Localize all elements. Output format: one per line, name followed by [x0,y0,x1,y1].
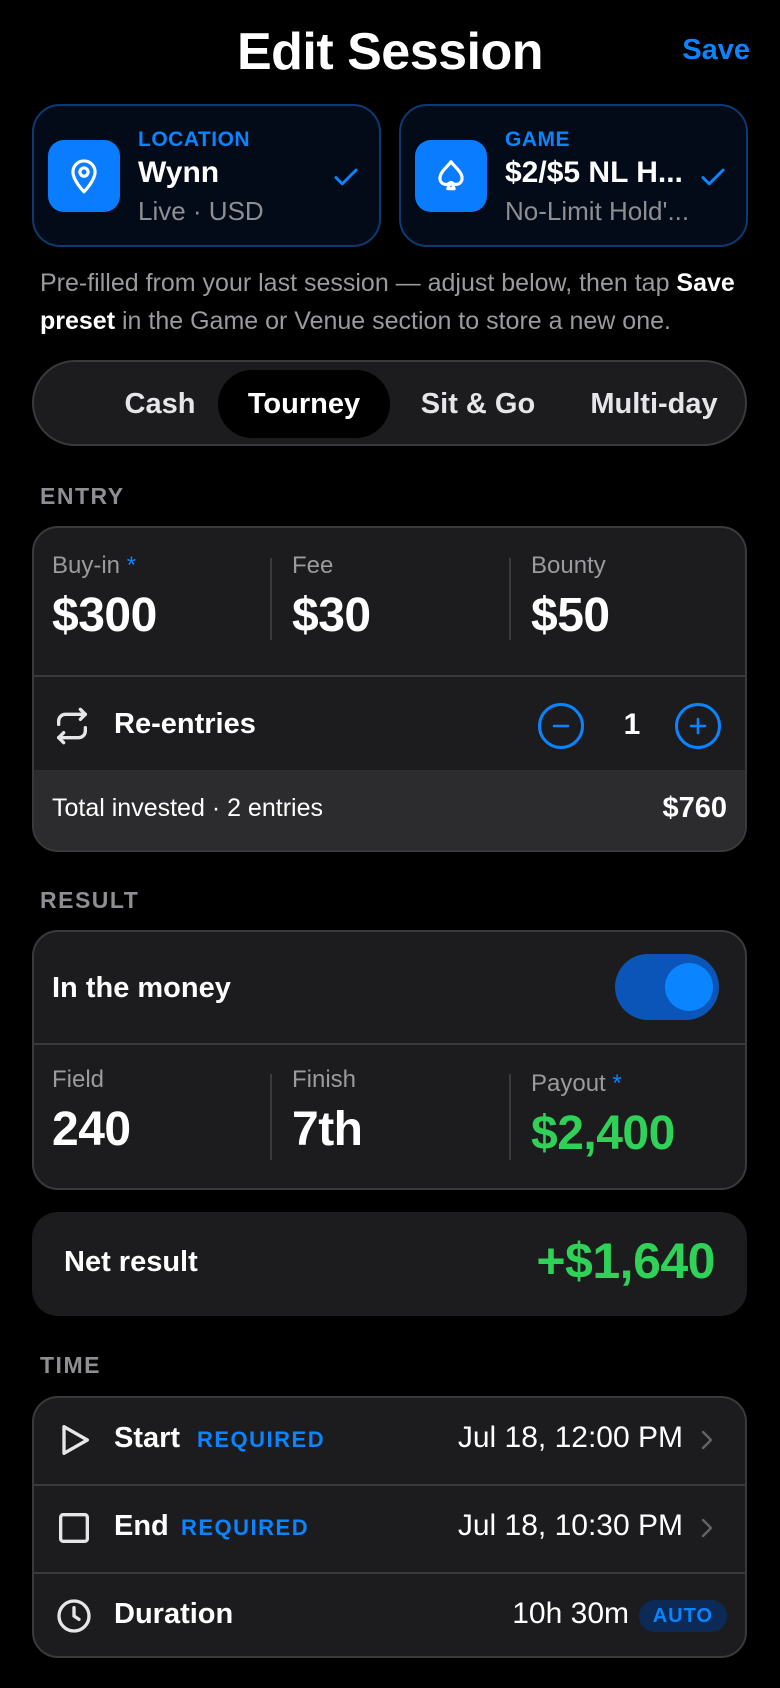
fee-cell[interactable]: Fee $30 [292,552,371,643]
divider [270,1074,272,1160]
save-button[interactable]: Save [682,34,750,67]
total-invested-value: $760 [662,792,727,824]
start-value: Jul 18, 12:00 PM [457,1421,683,1454]
checkmark-icon [331,162,361,197]
buyin-label: Buy-in * [52,552,137,579]
header: Edit Session Save [0,18,780,88]
required-mark: * [612,1070,622,1097]
hint-prefix: Pre-filled from your last session — adju… [40,269,677,297]
location-name: Wynn [138,156,220,189]
finish-label: Finish [292,1066,357,1093]
location-kicker: LOCATION [138,128,251,151]
buyin-value: $300 [52,589,157,642]
repeat-icon [52,706,92,751]
decrement-button[interactable] [538,703,584,749]
reentries-count: 1 [623,708,641,741]
chevron-right-icon [697,1516,717,1545]
required-mark: * [126,552,137,579]
toggle-knob [665,963,713,1011]
fee-value: $30 [292,589,371,642]
payout-label: Payout * [531,1070,622,1097]
page-title: Edit Session [236,23,544,81]
field-value: 240 [52,1103,131,1156]
time-section-label: TIME [40,1352,101,1378]
reentries-label: Re-entries [114,708,256,740]
session-type-segmented-control: Cash Tourney Sit & Go Multi-day [32,360,747,446]
start-row[interactable]: Start REQUIRED Jul 18, 12:00 PM [34,1398,745,1484]
location-card[interactable]: LOCATION Wynn Live · USD [32,104,381,247]
result-card: In the money Field 240 Finish 7th Payout… [32,930,747,1190]
segment-tourney[interactable]: Tourney [218,370,390,438]
play-icon [54,1420,94,1460]
finish-cell[interactable]: Finish 7th [292,1066,363,1157]
divider [34,1043,745,1045]
end-row[interactable]: End REQUIRED Jul 18, 10:30 PM [34,1486,745,1572]
divider [509,1074,511,1160]
net-result-value: +$1,640 [536,1233,715,1289]
field-cell[interactable]: Field 240 [52,1066,131,1157]
spade-icon [415,140,487,212]
net-result-label: Net result [64,1246,198,1278]
game-sub: No-Limit Hold'... [505,196,690,226]
bounty-value: $50 [531,589,610,642]
itm-label: In the money [52,972,231,1004]
clock-icon [54,1596,94,1636]
buyin-cell[interactable]: Buy-in * $300 [52,552,157,643]
time-card: Start REQUIRED Jul 18, 12:00 PM End REQU… [32,1396,747,1658]
duration-label: Duration [114,1598,234,1630]
field-label: Field [52,1066,105,1093]
segment-sit-and-go[interactable]: Sit & Go [392,370,564,438]
game-name: $2/$5 NL H... [505,156,683,189]
entry-section-label: ENTRY [40,483,125,509]
divider [34,675,745,677]
fee-label: Fee [292,552,334,579]
finish-value: 7th [292,1103,363,1156]
duration-value: 10h 30m [512,1597,629,1630]
minus-icon [552,724,570,728]
divider [270,558,272,640]
stop-icon [54,1508,94,1548]
total-invested-label: Total invested · 2 entries [52,794,323,822]
bounty-cell[interactable]: Bounty $50 [531,552,610,643]
end-required-badge: REQUIRED [181,1515,310,1540]
divider [509,558,511,640]
hint-suffix: in the Game or Venue section to store a … [115,307,671,335]
payout-value: $2,400 [531,1107,675,1160]
payout-cell[interactable]: Payout * $2,400 [531,1070,675,1161]
duration-row: Duration 10h 30m AUTO [34,1574,745,1656]
net-result-card: Net result +$1,640 [32,1212,747,1316]
auto-badge: AUTO [638,1600,727,1632]
plus-icon [689,717,707,735]
start-required-badge: REQUIRED [197,1427,326,1452]
result-section-label: RESULT [40,887,140,913]
checkmark-icon [698,162,728,197]
increment-button[interactable] [675,703,721,749]
game-card[interactable]: GAME $2/$5 NL H... No-Limit Hold'... [399,104,748,247]
total-invested-bar: Total invested · 2 entries $760 [34,770,745,850]
segment-multi-day[interactable]: Multi-day [568,370,740,438]
game-kicker: GAME [505,128,570,151]
end-label: End [114,1510,169,1542]
map-pin-icon [48,140,120,212]
end-value: Jul 18, 10:30 PM [457,1509,683,1542]
itm-toggle[interactable] [615,954,719,1020]
chevron-right-icon [697,1428,717,1457]
start-label: Start [114,1422,181,1454]
preset-hint: Pre-filled from your last session — adju… [40,264,750,340]
bounty-label: Bounty [531,552,606,579]
location-sub: Live · USD [138,196,264,226]
entry-card: Buy-in * $300 Fee $30 Bounty $50 Re-entr… [32,526,747,852]
